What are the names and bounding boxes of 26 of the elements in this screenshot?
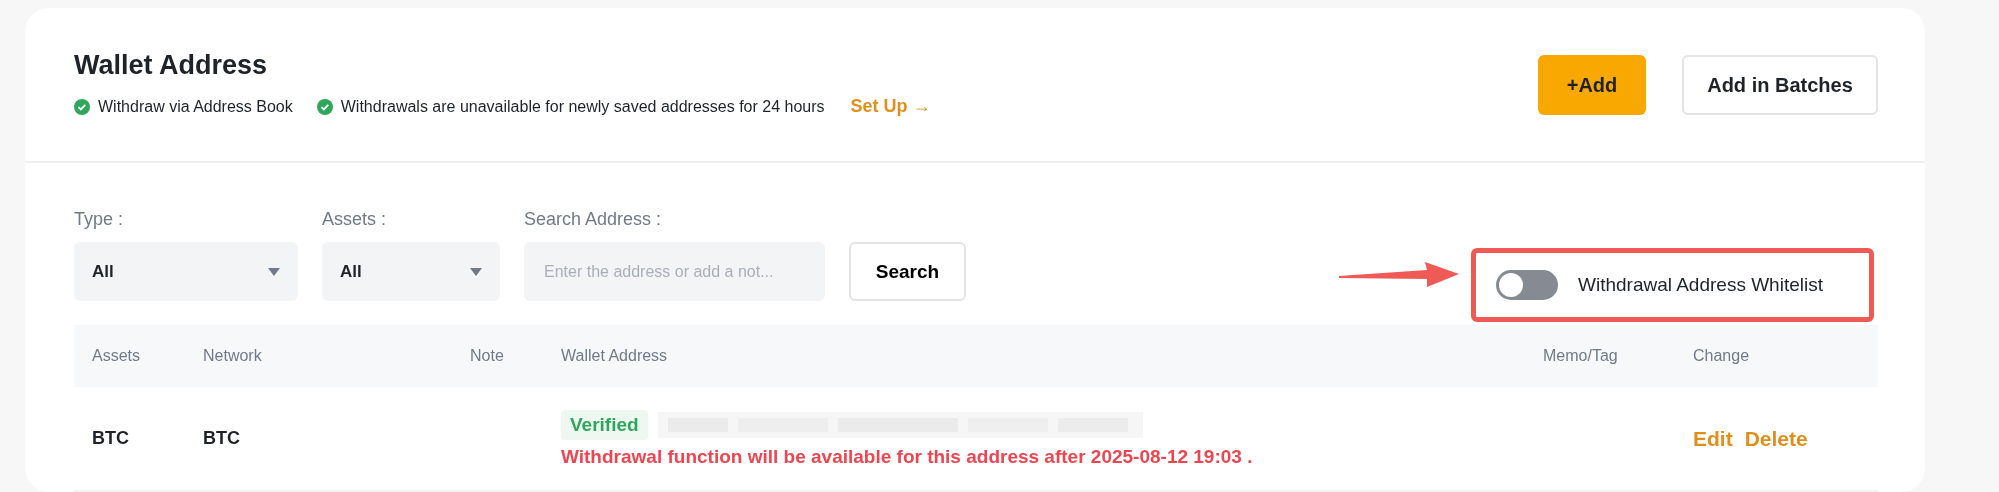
dropdown[interactable]: All (322, 242, 500, 301)
toggle-switch[interactable] (1496, 270, 1558, 300)
verified-badge: Verified (561, 409, 648, 440)
search-field[interactable]: Enter the address or add a not... (524, 242, 825, 301)
filter-label: Search Address : (524, 209, 663, 230)
notice-text: Withdrawals are unavailable for newly saved addresses for 24 hours (340, 97, 825, 116)
caret-icon (470, 267, 482, 276)
column-header: Note (470, 347, 505, 365)
dropdown[interactable]: All (74, 242, 298, 301)
filter-label: Assets : (322, 209, 388, 230)
warning-text: Withdrawal function will be available for this address after 2025-08-12 19:03 . (561, 445, 1254, 468)
column-header: Network (203, 347, 263, 365)
add-button[interactable]: +Add (1538, 55, 1646, 115)
table-cell-text: BTC (92, 428, 130, 449)
page-title: Wallet Address (74, 49, 269, 82)
caret-icon (268, 267, 280, 276)
search-button[interactable]: Search (849, 242, 966, 301)
table-cell-text: BTC (203, 428, 241, 449)
toggle-label: Withdrawal Address Whitelist (1578, 274, 1823, 296)
add-in-batches-button[interactable]: Add in Batches (1682, 55, 1878, 115)
column-header: Assets (92, 347, 141, 365)
column-header: Change (1693, 347, 1751, 365)
column-header: Memo/Tag (1543, 347, 1619, 365)
notice-text: Withdraw via Address Book (98, 97, 293, 116)
column-header: Wallet Address (561, 347, 669, 365)
filter-label: Type : (74, 209, 125, 230)
